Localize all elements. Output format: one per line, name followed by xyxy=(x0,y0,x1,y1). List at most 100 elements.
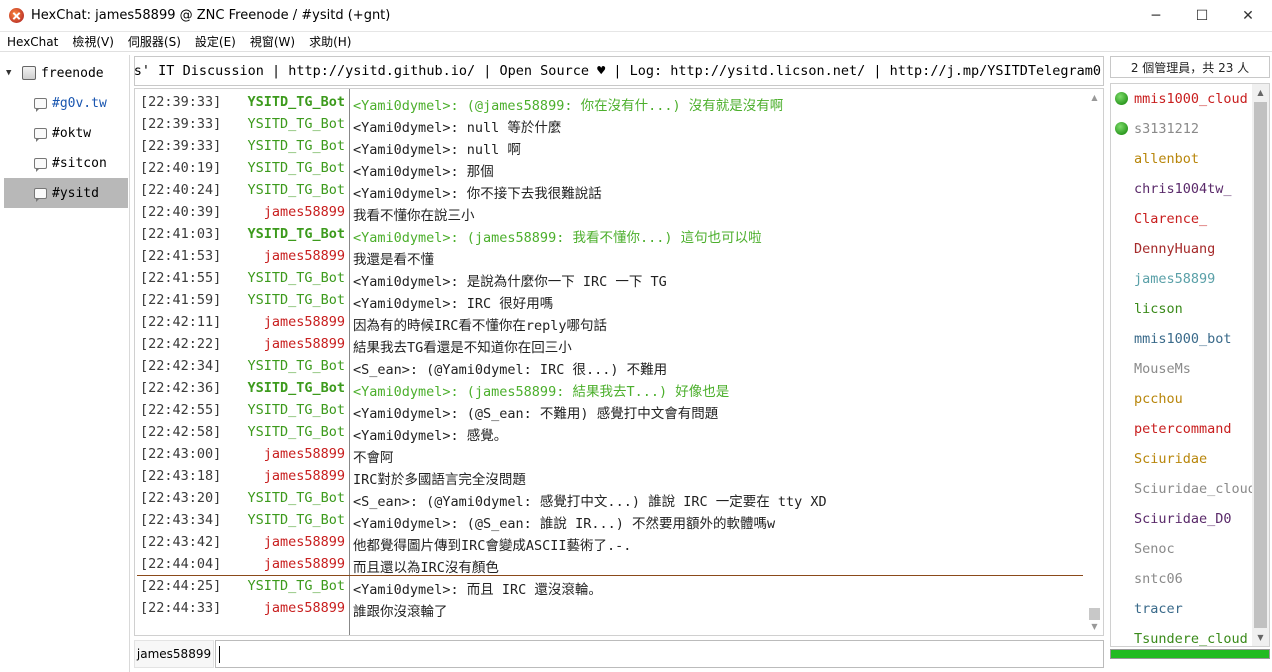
user-list-item[interactable]: Sciuridae xyxy=(1111,444,1253,474)
menu-hexchat[interactable]: HexChat xyxy=(0,32,65,52)
window-title: HexChat: james58899 @ ZNC Freenode / #ys… xyxy=(31,8,391,23)
message-text: <Yami0dymel>: (@S_ean: 誰說 IR...) 不然要用額外的… xyxy=(353,516,776,532)
minimize-button[interactable]: ─ xyxy=(1133,0,1179,31)
user-list-item[interactable]: james58899 xyxy=(1111,264,1253,294)
message-nick[interactable]: YSITD_TG_Bot xyxy=(247,490,345,506)
user-list-item[interactable]: pcchou xyxy=(1111,384,1253,414)
message-nick[interactable]: YSITD_TG_Bot xyxy=(247,226,345,242)
message-nick[interactable]: YSITD_TG_Bot xyxy=(247,292,345,308)
user-list[interactable]: mmis1000_cloud s3131212 allenbot chris1004t… xyxy=(1110,83,1270,647)
user-list-item[interactable]: mmis1000_cloud xyxy=(1111,84,1253,114)
message-row: [22:43:42] james58899 他都覺得圖片傳到IRC會變成ASCII藝… xyxy=(135,531,1085,554)
user-list-item[interactable]: licson xyxy=(1111,294,1253,324)
menu-server[interactable]: 伺服器(S) xyxy=(121,32,188,52)
message-nick[interactable]: james58899 xyxy=(264,468,345,484)
message-nick[interactable]: YSITD_TG_Bot xyxy=(247,512,345,528)
message-nick[interactable]: james58899 xyxy=(264,556,345,572)
message-nick[interactable]: YSITD_TG_Bot xyxy=(247,270,345,286)
message-nick[interactable]: YSITD_TG_Bot xyxy=(247,402,345,418)
tree-channel-sitcon[interactable]: #sitcon xyxy=(4,148,128,178)
chat-scrollbar[interactable]: ▲ ▼ xyxy=(1086,89,1103,635)
message-nick[interactable]: YSITD_TG_Bot xyxy=(247,380,345,396)
message-text: <Yami0dymel>: 感覺。 xyxy=(353,428,508,444)
user-list-item[interactable]: s3131212 xyxy=(1111,114,1253,144)
message-row: [22:42:22] james58899 結果我去TG看還是不知道你在回三小 xyxy=(135,333,1085,356)
tree-channel-g0v[interactable]: #g0v.tw xyxy=(4,88,128,118)
chat-view[interactable]: [22:39:33] YSITD_TG_Bot <Yami0dymel>: (@ja… xyxy=(134,88,1104,636)
message-input[interactable] xyxy=(215,640,1104,668)
user-list-item[interactable]: Clarence_ xyxy=(1111,204,1253,234)
message-nick[interactable]: james58899 xyxy=(264,534,345,550)
message-nick[interactable]: james58899 xyxy=(264,600,345,616)
user-list-item[interactable]: petercommand xyxy=(1111,414,1253,444)
user-list-item[interactable]: mmis1000_bot xyxy=(1111,324,1253,354)
channel-label: #sitcon xyxy=(52,155,107,171)
op-status-icon xyxy=(1115,92,1128,105)
user-list-item[interactable]: MouseMs xyxy=(1111,354,1253,384)
user-list-item[interactable]: sntc06 xyxy=(1111,564,1253,594)
message-text: <Yami0dymel>: 那個 xyxy=(353,164,494,180)
message-row: [22:40:39] james58899 我看不懂你在說三小 xyxy=(135,201,1085,224)
server-icon xyxy=(22,66,36,80)
title-bar: HexChat: james58899 @ ZNC Freenode / #ys… xyxy=(0,0,1272,32)
scroll-down-icon[interactable]: ▼ xyxy=(1252,629,1269,646)
user-list-item[interactable]: Tsundere_cloud xyxy=(1111,624,1253,646)
topic-bar[interactable]: ts' IT Discussion | http://ysitd.github.… xyxy=(134,56,1104,86)
message-text: <Yami0dymel>: null 等於什麼 xyxy=(353,120,562,136)
message-nick[interactable]: james58899 xyxy=(264,248,345,264)
user-list-item[interactable]: Sciuridae_D0 xyxy=(1111,504,1253,534)
menu-view[interactable]: 檢視(V) xyxy=(65,32,121,52)
message-nick[interactable]: james58899 xyxy=(264,204,345,220)
menu-settings[interactable]: 設定(E) xyxy=(188,32,243,52)
message-nick[interactable]: james58899 xyxy=(264,336,345,352)
user-list-item[interactable]: Sciuridae_cloud xyxy=(1111,474,1253,504)
message-timestamp: [22:42:58] xyxy=(140,424,222,440)
user-list-item[interactable]: allenbot xyxy=(1111,144,1253,174)
scroll-up-icon[interactable]: ▲ xyxy=(1086,89,1103,106)
user-list-item[interactable]: DennyHuang xyxy=(1111,234,1253,264)
message-nick[interactable]: YSITD_TG_Bot xyxy=(247,424,345,440)
nick-button[interactable]: james58899 xyxy=(134,640,214,668)
channel-icon xyxy=(34,187,47,202)
maximize-button[interactable]: ☐ xyxy=(1179,0,1225,31)
message-text: <Yami0dymel>: IRC 很好用嗎 xyxy=(353,296,554,312)
scroll-up-icon[interactable]: ▲ xyxy=(1252,84,1269,101)
message-nick[interactable]: YSITD_TG_Bot xyxy=(247,358,345,374)
message-text: 我還是看不懂 xyxy=(353,252,434,268)
message-nick[interactable]: james58899 xyxy=(264,446,345,462)
message-nick[interactable]: YSITD_TG_Bot xyxy=(247,116,345,132)
message-nick[interactable]: YSITD_TG_Bot xyxy=(247,160,345,176)
message-text: IRC對於多國語言完全沒問題 xyxy=(353,472,526,488)
message-timestamp: [22:42:34] xyxy=(140,358,222,374)
tree-channel-ysitd[interactable]: #ysitd xyxy=(4,178,128,208)
scroll-down-icon[interactable]: ▼ xyxy=(1086,618,1103,635)
user-list-item[interactable]: chris1004tw_ xyxy=(1111,174,1253,204)
user-name: tracer xyxy=(1134,601,1183,617)
menu-window[interactable]: 視窗(W) xyxy=(243,32,302,52)
channel-icon xyxy=(34,157,47,172)
user-list-scrollbar[interactable]: ▲ ▼ xyxy=(1252,84,1269,646)
user-count: 2 個管理員，共 23 人 xyxy=(1110,56,1270,78)
message-nick[interactable]: YSITD_TG_Bot xyxy=(247,182,345,198)
message-text: <Yami0dymel>: 而且 IRC 還沒滾輪。 xyxy=(353,582,602,598)
tree-channel-oktw[interactable]: #oktw xyxy=(4,118,128,148)
message-nick[interactable]: james58899 xyxy=(264,314,345,330)
channel-label: #ysitd xyxy=(52,185,99,201)
expander-icon[interactable]: ▼ xyxy=(6,68,18,78)
scroll-thumb[interactable] xyxy=(1254,102,1267,628)
user-list-item[interactable]: Senoc xyxy=(1111,534,1253,564)
channel-label: #g0v.tw xyxy=(52,95,107,111)
message-text: 結果我去TG看還是不知道你在回三小 xyxy=(353,340,572,356)
message-nick[interactable]: YSITD_TG_Bot xyxy=(247,94,345,110)
menu-help[interactable]: 求助(H) xyxy=(302,32,358,52)
message-nick[interactable]: YSITD_TG_Bot xyxy=(247,578,345,594)
server-label: freenode xyxy=(41,65,104,81)
tree-server-freenode[interactable]: ▼ freenode xyxy=(4,58,128,88)
message-text: 我看不懂你在說三小 xyxy=(353,208,475,224)
message-row: [22:41:03] YSITD_TG_Bot <Yami0dymel>: (jam… xyxy=(135,223,1085,246)
user-list-item[interactable]: tracer xyxy=(1111,594,1253,624)
close-button[interactable]: ✕ xyxy=(1225,0,1271,31)
user-name: Sciuridae xyxy=(1134,451,1208,467)
message-text: <Yami0dymel>: (@james58899: 你在沒有什...) 沒有… xyxy=(353,98,784,114)
message-nick[interactable]: YSITD_TG_Bot xyxy=(247,138,345,154)
